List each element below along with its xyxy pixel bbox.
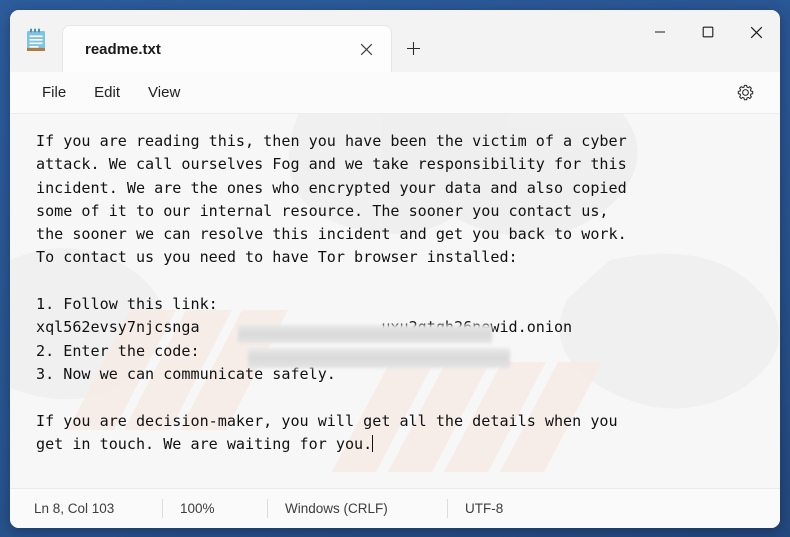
close-window-button[interactable]	[732, 10, 780, 54]
new-tab-button[interactable]	[392, 25, 434, 72]
redacted-onion-address	[238, 325, 492, 343]
menu-bar: File Edit View	[10, 72, 780, 114]
cursor-position-status[interactable]: Ln 8, Col 103	[10, 489, 162, 528]
text-caret	[372, 434, 374, 452]
redacted-access-code	[248, 348, 510, 368]
minimize-button[interactable]	[636, 10, 684, 54]
title-bar: readme.txt	[10, 10, 780, 72]
status-bar: Ln 8, Col 103 100% Windows (CRLF) UTF-8	[10, 488, 780, 528]
notepad-window: readme.txt File Edit View If you are rea…	[10, 10, 780, 528]
menu-item-edit[interactable]: Edit	[80, 78, 134, 107]
maximize-button[interactable]	[684, 10, 732, 54]
window-controls	[636, 10, 780, 54]
text-editor-area[interactable]: If you are reading this, then you have b…	[10, 114, 780, 488]
zoom-level-status[interactable]: 100%	[162, 489, 267, 528]
menu-item-file[interactable]: File	[28, 78, 80, 107]
notepad-icon	[10, 10, 62, 72]
tab-label: readme.txt	[85, 40, 161, 58]
encoding-status[interactable]: UTF-8	[447, 489, 567, 528]
gear-icon[interactable]	[728, 78, 762, 108]
ransom-note-text[interactable]: If you are reading this, then you have b…	[36, 130, 766, 456]
tab-readme-txt[interactable]: readme.txt	[62, 25, 392, 72]
close-tab-icon[interactable]	[351, 34, 381, 64]
line-ending-status[interactable]: Windows (CRLF)	[267, 489, 447, 528]
menu-item-view[interactable]: View	[134, 78, 194, 107]
